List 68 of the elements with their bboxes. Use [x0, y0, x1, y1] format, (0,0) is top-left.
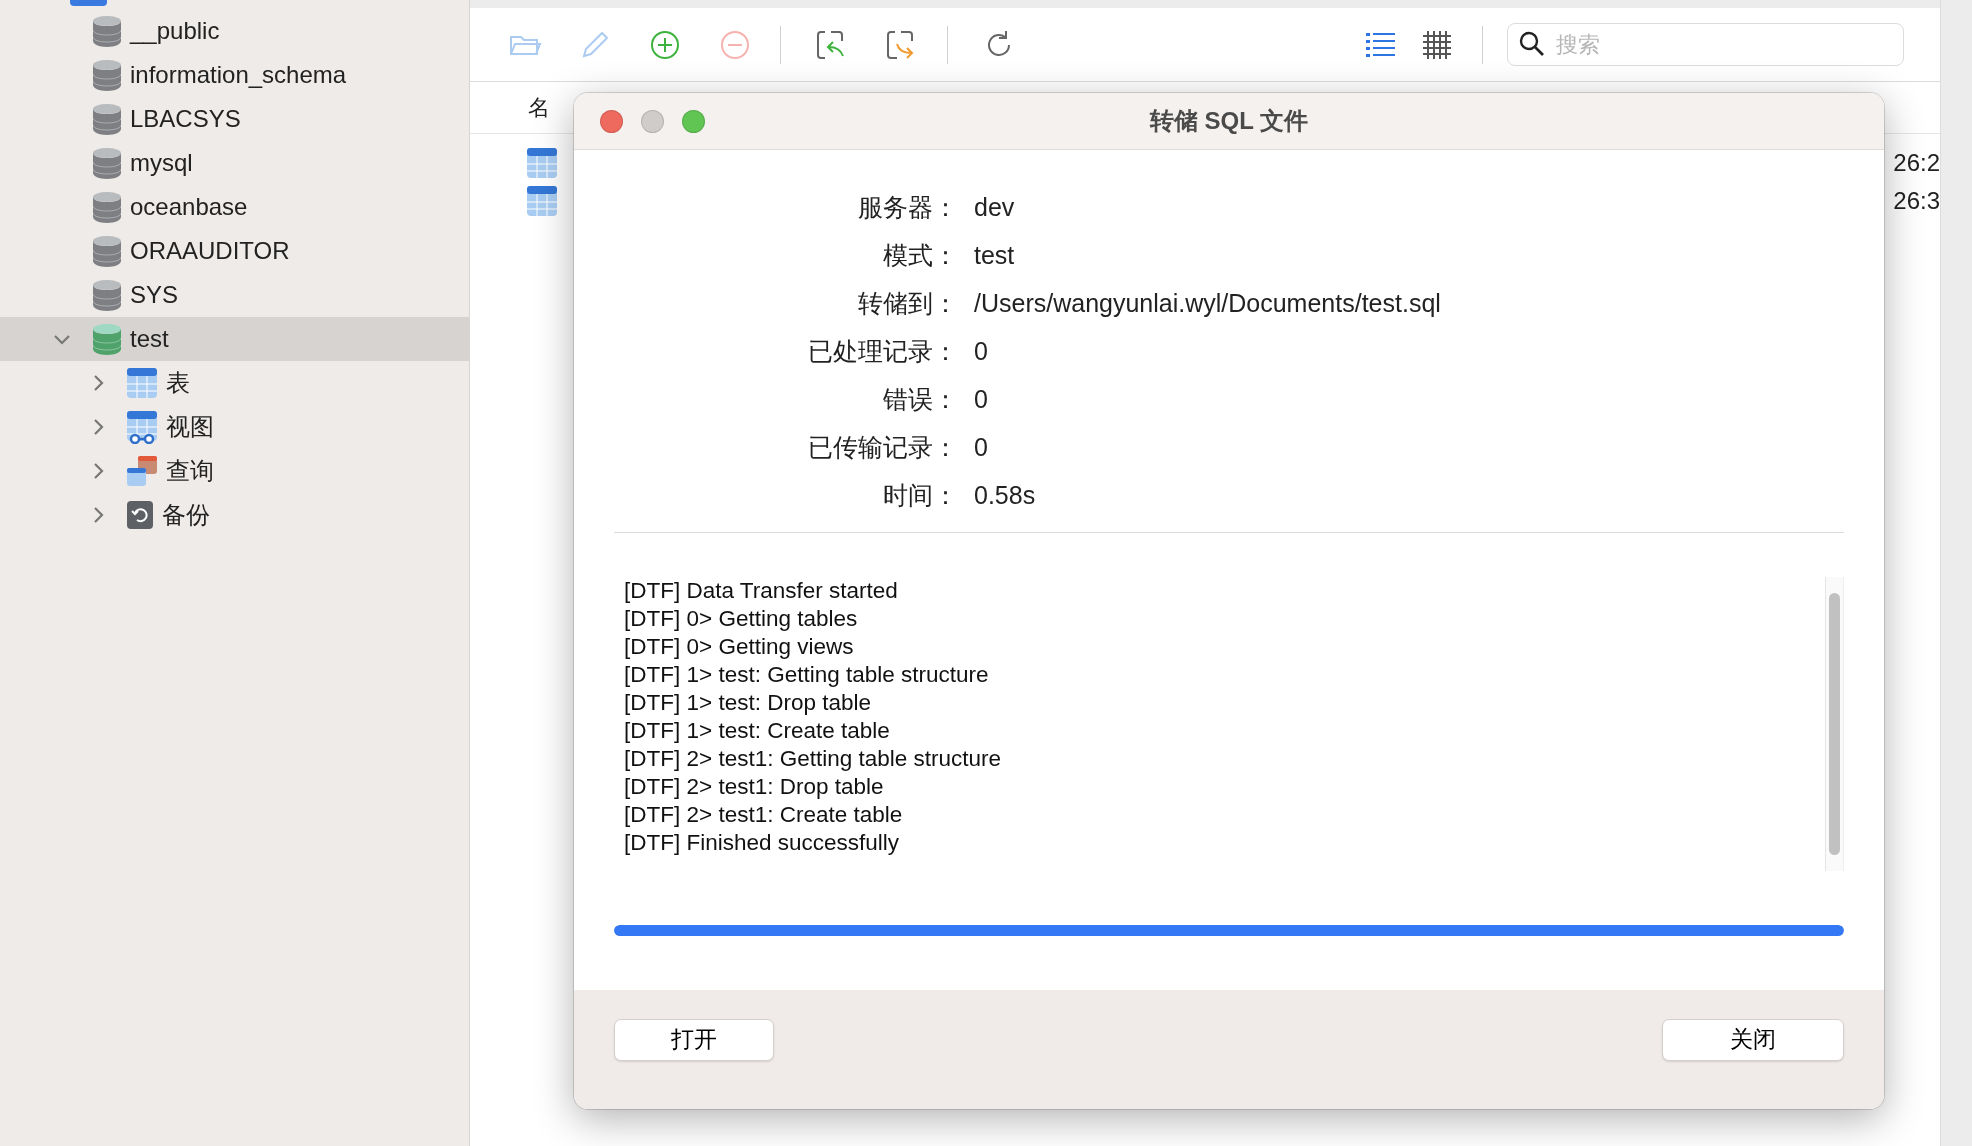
field-value: 0.58s: [974, 480, 1036, 512]
field-label: 已传输记录：: [807, 432, 958, 464]
field-label: 转储到：: [857, 288, 958, 320]
field-label: 模式：: [882, 240, 958, 272]
tree-label: SYS: [130, 280, 179, 310]
log-line: [DTF] Data Transfer started: [624, 577, 899, 605]
selection-edge: [70, 0, 107, 6]
field-value: test: [974, 240, 1015, 272]
tree-label: 查询: [166, 456, 214, 486]
tree-row[interactable]: 表: [0, 361, 469, 405]
tree-label: mysql: [130, 148, 193, 178]
tree-row[interactable]: ORAAUDITOR: [0, 229, 469, 273]
dialog-title: 转储 SQL 文件: [1149, 106, 1309, 136]
log-line: [DTF] 0> Getting tables: [624, 605, 859, 633]
tree-label: 表: [166, 368, 190, 398]
tree-label: oceanbase: [130, 192, 248, 222]
field-label: 已处理记录：: [807, 336, 958, 368]
table-cell-text: 26:3: [1893, 186, 1940, 216]
field-value: 0: [974, 336, 988, 368]
table-icon: [526, 147, 558, 179]
column-header: 名: [528, 94, 550, 122]
tree-row[interactable]: SYS: [0, 273, 469, 317]
field-value: /Users/wangyunlai.wyl/Documents/test.sql: [974, 288, 1441, 320]
search-field[interactable]: 搜索: [1507, 23, 1904, 66]
log-line: [DTF] 2> test1: Getting table structure: [624, 745, 1003, 773]
table-cell-text: 26:2: [1893, 148, 1940, 178]
tree-row[interactable]: __public: [0, 9, 469, 53]
restore-icon: [126, 500, 154, 530]
scrollbar[interactable]: [1825, 577, 1843, 871]
field-label: 时间：: [882, 480, 958, 512]
field-label: 错误：: [882, 384, 958, 416]
log-line: [DTF] 2> test1: Create table: [624, 801, 904, 829]
table-icon: [526, 185, 558, 217]
field-label: 服务器：: [857, 192, 958, 224]
table-icon: [126, 367, 158, 399]
tree-label: __public: [130, 16, 220, 46]
table-glasses-icon: [126, 410, 158, 444]
log-line: [DTF] 1> test: Getting table structure: [624, 661, 990, 689]
tree-label: 视图: [166, 412, 214, 442]
log-line: [DTF] Finished successfully: [624, 829, 901, 857]
tree-label: information_schema: [130, 60, 347, 90]
log-line: [DTF] 0> Getting views: [624, 633, 855, 661]
log-line: [DTF] 1> test: Drop table: [624, 689, 872, 717]
tree-row[interactable]: 备份: [0, 493, 469, 537]
tree-row[interactable]: LBACSYS: [0, 97, 469, 141]
tree-label: ORAAUDITOR: [130, 236, 290, 266]
tree-label: LBACSYS: [130, 104, 241, 134]
tree-label: test: [130, 324, 169, 354]
tree-row[interactable]: test: [0, 317, 469, 361]
tree-row[interactable]: oceanbase: [0, 185, 469, 229]
scroll-thumb[interactable]: [1829, 593, 1840, 855]
field-value: 0: [974, 432, 988, 464]
minimize-button[interactable]: [641, 109, 664, 133]
tree-row[interactable]: 查询: [0, 449, 469, 493]
tree-label: 备份: [162, 500, 210, 530]
zoom-button[interactable]: [682, 109, 705, 133]
search-icon: [1519, 31, 1545, 57]
tree-row[interactable]: mysql: [0, 141, 469, 185]
open-button[interactable]: 打开: [614, 1018, 774, 1061]
field-value: 0: [974, 384, 988, 416]
close-button[interactable]: [600, 109, 623, 133]
log-line: [DTF] 2> test1: Drop table: [624, 773, 885, 801]
tree-row[interactable]: information_schema: [0, 53, 469, 97]
log-line: [DTF] 1> test: Create table: [624, 717, 891, 745]
field-value: dev: [974, 192, 1015, 224]
close-button[interactable]: 关闭: [1662, 1018, 1844, 1061]
stacked-tables-icon: [126, 455, 158, 487]
tree-row[interactable]: 视图: [0, 405, 469, 449]
